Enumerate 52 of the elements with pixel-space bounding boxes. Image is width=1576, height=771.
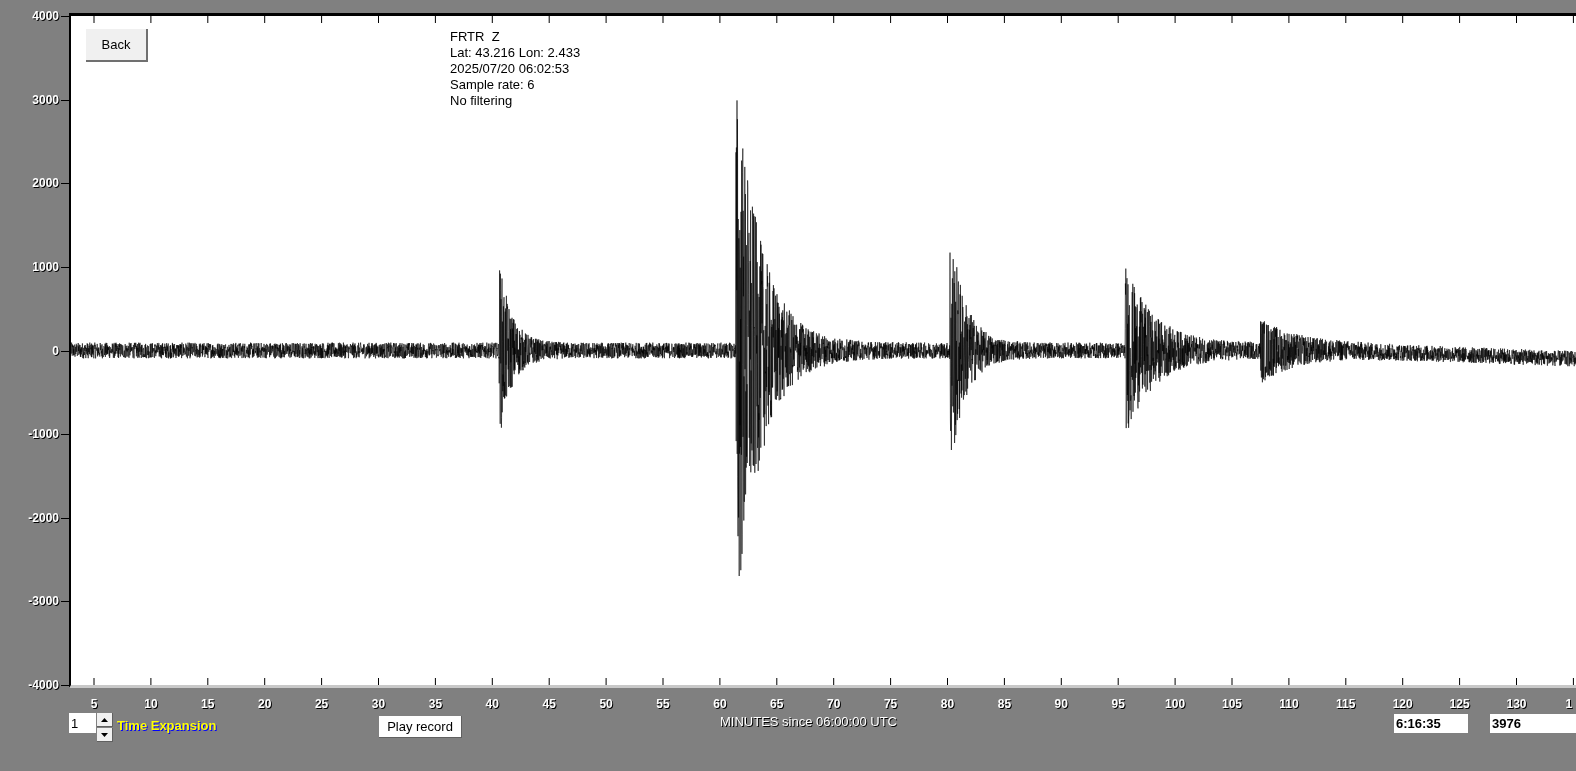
y-axis-label: 4000 — [31, 9, 59, 23]
x-axis-label: 30 — [370, 697, 387, 711]
y-axis-label: 0 — [51, 343, 59, 358]
x-axis-label: 10 — [143, 697, 159, 711]
station-info-text: Lat: 43.216 Lon: 2.433 — [450, 45, 581, 61]
x-axis-label: 110 — [1278, 697, 1300, 711]
x-axis-label: 105 — [1221, 697, 1243, 711]
y-axis-label: -2000 — [27, 510, 59, 525]
y-axis-label: 3000 — [31, 92, 59, 107]
y-axis-label: -4000 — [27, 678, 59, 692]
x-axis-label: 85 — [996, 697, 1013, 711]
x-axis-label: 90 — [1053, 697, 1069, 711]
x-axis-label: 1 — [1565, 697, 1573, 711]
down-arrow-icon — [101, 732, 108, 737]
x-axis-label: 95 — [1110, 697, 1126, 711]
x-axis-label: 25 — [313, 697, 330, 711]
x-axis-label: 15 — [200, 697, 216, 711]
x-axis-label: 40 — [484, 697, 500, 711]
play-record-button[interactable]: Play record — [379, 716, 462, 738]
x-axis-label: 75 — [882, 697, 899, 711]
x-axis-label: 120 — [1391, 697, 1414, 711]
x-axis-label: 20 — [257, 697, 273, 711]
x-axis-label: 65 — [769, 697, 785, 711]
station-info-text: 2025/07/20 06:02:53 — [450, 61, 571, 77]
x-axis-label: 80 — [939, 697, 956, 711]
station-info-text: No filtering — [450, 93, 514, 109]
x-axis-title: MINUTES since 06:00:00 UTC — [720, 713, 897, 731]
x-axis-label: 70 — [826, 697, 842, 711]
y-axis-label: -3000 — [27, 594, 59, 609]
y-axis-label: -1000 — [27, 427, 59, 442]
spin-down-button[interactable] — [97, 728, 113, 742]
y-axis-label: 1000 — [31, 259, 59, 274]
up-arrow-icon — [101, 717, 108, 722]
time-field[interactable]: 6:16:35 — [1394, 714, 1468, 733]
x-axis-label: 125 — [1448, 697, 1471, 711]
x-axis-label: 115 — [1335, 697, 1357, 711]
x-axis-label: 100 — [1164, 697, 1187, 711]
x-axis-label: 35 — [427, 697, 444, 711]
x-axis-label: 45 — [541, 697, 557, 711]
station-info-text: Sample rate: 6 — [450, 77, 536, 93]
x-axis-label: 55 — [655, 697, 671, 711]
x-axis-label: 50 — [598, 697, 614, 711]
y-axis-label: 2000 — [31, 176, 59, 191]
count-field[interactable]: 3976 — [1490, 714, 1576, 733]
back-button[interactable]: Back — [86, 29, 148, 62]
station-info-text: FRTR Z — [450, 29, 501, 45]
time-expansion-field[interactable]: 1 — [69, 713, 96, 733]
time-expansion-label: Time Expansion — [117, 717, 217, 735]
x-axis-label: 5 — [89, 697, 99, 711]
x-axis-label: 130 — [1505, 697, 1528, 711]
spin-up-button[interactable] — [97, 713, 113, 727]
x-axis-label: 60 — [712, 697, 728, 711]
